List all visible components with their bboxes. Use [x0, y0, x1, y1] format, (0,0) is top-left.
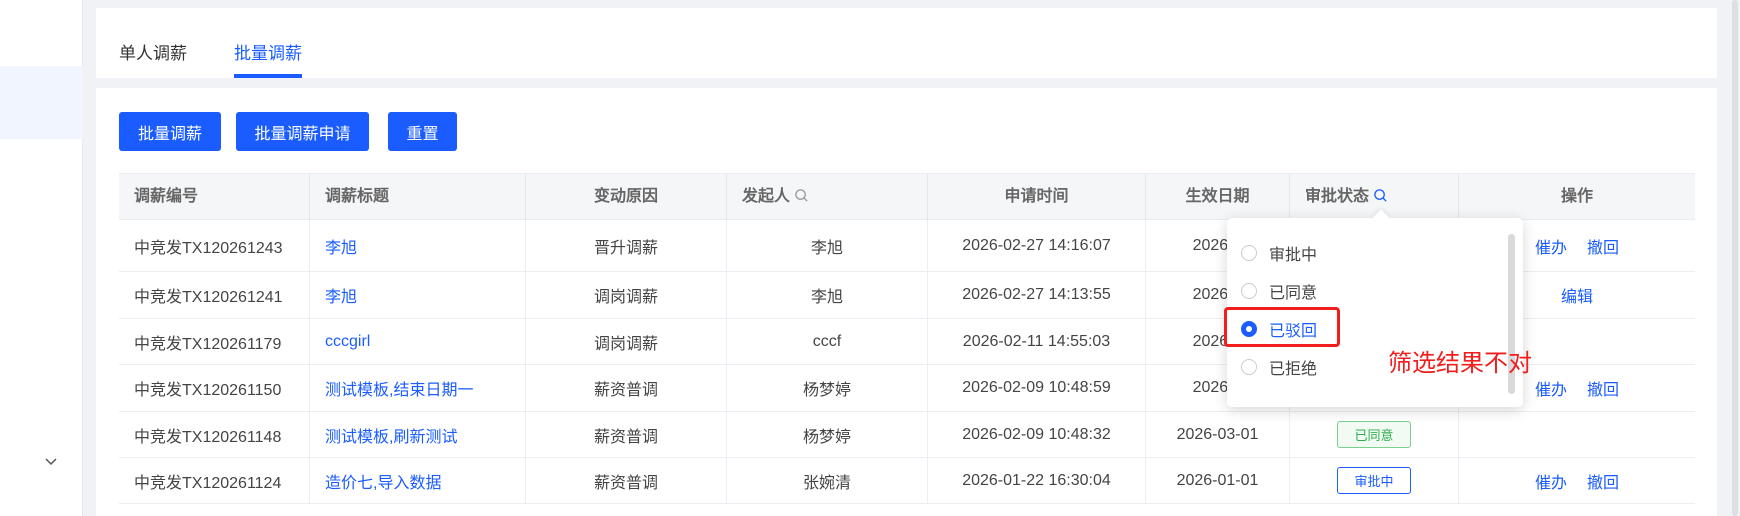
header-title: 调薪标题 [310, 174, 526, 220]
header-effective-date: 生效日期 [1146, 174, 1290, 220]
table-row: 中竞发TX120261148 测试模板,刷新测试 薪资普调 杨梦婷 2026-0… [119, 412, 1695, 458]
radio-icon[interactable] [1241, 359, 1257, 375]
filter-option-label: 已同意 [1269, 285, 1318, 302]
page-scrollbar[interactable] [1730, 0, 1740, 516]
title-link[interactable]: 造价七,导入数据 [325, 469, 441, 493]
cell-reason: 薪资普调 [526, 412, 727, 457]
annotation-highlight-box [1224, 307, 1340, 347]
cell-apply-time: 2026-02-27 14:16:07 [928, 220, 1146, 271]
title-link[interactable]: 测试模板,结束日期一 [325, 376, 473, 400]
cell-id: 中竞发TX120261241 [119, 272, 310, 318]
batch-adjust-button[interactable]: 批量调薪 [119, 112, 221, 151]
cell-title: cccgirl [310, 319, 526, 364]
cell-reason: 调岗调薪 [526, 272, 727, 318]
reset-button[interactable]: 重置 [388, 112, 457, 151]
header-initiator: 发起人 [727, 174, 928, 220]
urge-link[interactable]: 催办 [1535, 234, 1567, 258]
cell-id: 中竞发TX120261124 [119, 458, 310, 503]
cell-initiator: 李旭 [727, 220, 928, 271]
cell-apply-time: 2026-02-11 14:55:03 [928, 319, 1146, 364]
annotation-text: 筛选结果不对 [1388, 350, 1532, 377]
filter-option-label: 审批中 [1269, 247, 1318, 264]
search-icon[interactable] [794, 188, 809, 203]
title-link[interactable]: 李旭 [325, 234, 357, 258]
cell-apply-time: 2026-02-27 14:13:55 [928, 272, 1146, 318]
filter-option-refused[interactable]: 已拒绝 [1241, 352, 1317, 382]
sidebar-active-item[interactable] [0, 66, 83, 139]
cell-apply-time: 2026-01-22 16:30:04 [928, 458, 1146, 503]
batch-apply-button[interactable]: 批量调薪申请 [236, 112, 369, 151]
cell-status: 已同意 [1290, 412, 1459, 457]
cell-apply-time: 2026-02-09 10:48:59 [928, 365, 1146, 411]
cell-actions [1459, 412, 1695, 457]
radio-icon[interactable] [1241, 283, 1257, 299]
filter-option-label: 已拒绝 [1269, 361, 1318, 378]
edit-link[interactable]: 编辑 [1561, 283, 1593, 307]
withdraw-link[interactable]: 撤回 [1587, 469, 1619, 493]
withdraw-link[interactable]: 撤回 [1587, 234, 1619, 258]
cell-reason: 调岗调薪 [526, 319, 727, 364]
page-scrollbar-thumb[interactable] [1732, 0, 1738, 516]
cell-initiator: 李旭 [727, 272, 928, 318]
tabs-bar: 单人调薪 批量调薪 [96, 8, 1717, 78]
cell-title: 李旭 [310, 272, 526, 318]
header-status: 审批状态 [1290, 174, 1459, 220]
title-link[interactable]: 测试模板,刷新测试 [325, 423, 457, 447]
cell-reason: 晋升调薪 [526, 220, 727, 271]
sidebar [0, 0, 83, 516]
header-reason: 变动原因 [526, 174, 727, 220]
cell-id: 中竞发TX120261179 [119, 319, 310, 364]
status-badge: 审批中 [1337, 467, 1411, 494]
tab-active-indicator [234, 74, 302, 78]
header-id: 调薪编号 [119, 174, 310, 220]
cell-actions: 催办 撤回 [1459, 458, 1695, 503]
radio-icon[interactable] [1241, 245, 1257, 261]
filter-option-pending[interactable]: 审批中 [1241, 238, 1317, 268]
tab-batch-adjust[interactable]: 批量调薪 [234, 39, 302, 64]
status-badge: 已同意 [1337, 421, 1411, 448]
header-apply-time: 申请时间 [928, 174, 1146, 220]
table-header: 调薪编号 调薪标题 变动原因 发起人 申请时间 生效日期 审批状态 操作 [119, 173, 1695, 220]
filter-option-approved[interactable]: 已同意 [1241, 276, 1317, 306]
urge-link[interactable]: 催办 [1535, 376, 1567, 400]
cell-reason: 薪资普调 [526, 458, 727, 503]
cell-initiator: 杨梦婷 [727, 365, 928, 411]
header-status-label: 审批状态 [1305, 188, 1370, 205]
cell-id: 中竞发TX120261148 [119, 412, 310, 457]
table-row: 中竞发TX120261124 造价七,导入数据 薪资普调 张婉清 2026-01… [119, 458, 1695, 504]
cell-apply-time: 2026-02-09 10:48:32 [928, 412, 1146, 457]
cell-initiator: 杨梦婷 [727, 412, 928, 457]
title-link[interactable]: 李旭 [325, 283, 357, 307]
cell-title: 造价七,导入数据 [310, 458, 526, 503]
urge-link[interactable]: 催办 [1535, 469, 1567, 493]
cell-reason: 薪资普调 [526, 365, 727, 411]
cell-initiator: 张婉清 [727, 458, 928, 503]
header-actions: 操作 [1560, 188, 1593, 205]
cell-title: 测试模板,结束日期一 [310, 365, 526, 411]
cell-id: 中竞发TX120261243 [119, 220, 310, 271]
cell-id: 中竞发TX120261150 [119, 365, 310, 411]
cell-effective-date: 2026-01-01 [1146, 458, 1290, 503]
chevron-down-icon[interactable] [44, 454, 58, 468]
cell-initiator: cccf [727, 319, 928, 364]
withdraw-link[interactable]: 撤回 [1587, 376, 1619, 400]
cell-status: 审批中 [1290, 458, 1459, 503]
cell-title: 测试模板,刷新测试 [310, 412, 526, 457]
title-link[interactable]: cccgirl [325, 333, 370, 351]
tab-single-adjust[interactable]: 单人调薪 [119, 39, 187, 64]
header-initiator-label: 发起人 [742, 188, 791, 205]
cell-effective-date: 2026-03-01 [1146, 412, 1290, 457]
cell-title: 李旭 [310, 220, 526, 271]
search-icon[interactable] [1373, 188, 1388, 203]
